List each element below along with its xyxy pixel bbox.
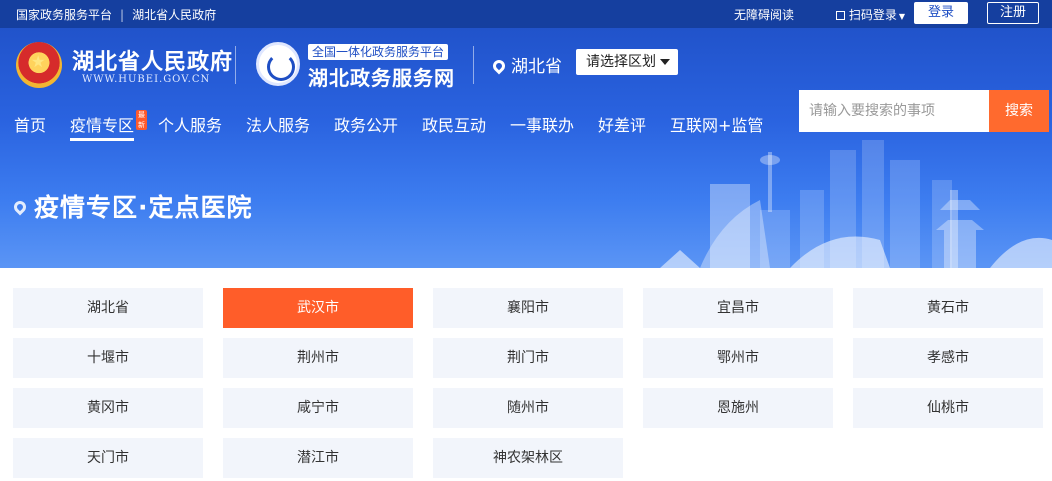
nav-item-public-affairs[interactable]: 政务公开 [334, 112, 398, 136]
caret-down-icon: ▼ [898, 12, 905, 21]
nav-item-epidemic[interactable]: 疫情专区 [70, 112, 135, 141]
city-item[interactable]: 随州市 [433, 388, 623, 428]
city-item[interactable]: 宜昌市 [643, 288, 833, 328]
city-item[interactable]: 咸宁市 [223, 388, 413, 428]
location-pin-icon [11, 198, 29, 216]
region-select[interactable]: 请选择区划 [576, 49, 678, 75]
location-label: 湖北省 [511, 57, 562, 77]
city-item-selected[interactable]: 武汉市 [223, 288, 413, 328]
nav-item-personal[interactable]: 个人服务 [158, 112, 222, 136]
qrcode-icon [835, 11, 845, 20]
platform-badge: 全国一体化政务服务平台 [308, 44, 449, 60]
city-item[interactable]: 鄂州市 [643, 338, 833, 378]
nav-item-interaction[interactable]: 政民互动 [422, 112, 486, 136]
header-banner: 国家政务服务平台 | 湖北省人民政府 无障碍阅读 扫码登录▼ 登录 注册 湖北省人民… [0, 0, 1052, 268]
national-emblem-icon [16, 42, 62, 88]
city-item[interactable]: 黄石市 [853, 288, 1043, 328]
region-select-label: 请选择区划 [586, 54, 656, 70]
location-pin-icon [490, 57, 508, 75]
link-national-platform[interactable]: 国家政务服务平台 [16, 8, 112, 22]
new-badge: 最新 [136, 110, 147, 130]
city-item[interactable]: 潜江市 [223, 438, 413, 478]
city-item[interactable]: 孝感市 [853, 338, 1043, 378]
divider [473, 46, 474, 84]
search-button[interactable]: 搜索 [989, 90, 1049, 132]
nav-item-home[interactable]: 首页 [14, 112, 46, 136]
nav-item-joint-service[interactable]: 一事联办 [510, 112, 574, 136]
city-item[interactable]: 荆门市 [433, 338, 623, 378]
city-item[interactable]: 黄冈市 [13, 388, 203, 428]
search-input[interactable]: 请输入要搜索的事项 [799, 90, 989, 132]
city-item[interactable]: 湖北省 [13, 288, 203, 328]
top-bar: 国家政务服务平台 | 湖北省人民政府 无障碍阅读 扫码登录 ▼ 登录 注册 [0, 0, 1052, 28]
scan-login-label: 扫码登录 [848, 8, 897, 22]
register-button[interactable]: 注册 [987, 2, 1039, 24]
login-button[interactable]: 登录 [914, 2, 968, 24]
page-title-text: 疫情专区·定点医院 [34, 193, 253, 222]
dropdown-arrow-icon [660, 59, 670, 65]
city-item[interactable]: 十堰市 [13, 338, 203, 378]
top-links: 国家政务服务平台 | 湖北省人民政府 [16, 6, 216, 23]
site-name[interactable]: 湖北省人民政府 [72, 44, 233, 76]
link-province-gov[interactable]: 湖北省人民政府 [132, 8, 216, 22]
city-skyline-illustration [660, 140, 1052, 268]
site-url: WWW.HUBEI.GOV.CN [82, 74, 211, 85]
current-location: 湖北省 [490, 52, 562, 77]
divider [235, 46, 236, 84]
nav-item-supervision[interactable]: 互联网+监管 [670, 112, 763, 136]
city-item[interactable]: 天门市 [13, 438, 203, 478]
scan-login[interactable]: 扫码登录 ▼ [835, 6, 905, 23]
separator: | [120, 8, 125, 22]
page-title: 疫情专区·定点医院 [11, 188, 253, 224]
gov-service-logo-icon [256, 42, 300, 86]
nav-item-evaluation[interactable]: 好差评 [598, 112, 646, 136]
service-name[interactable]: 湖北政务服务网 [308, 62, 455, 91]
city-item[interactable]: 荆州市 [223, 338, 413, 378]
city-item[interactable]: 恩施州 [643, 388, 833, 428]
nav-item-corporate[interactable]: 法人服务 [246, 112, 310, 136]
accessibility-link[interactable]: 无障碍阅读 [734, 6, 794, 23]
city-item[interactable]: 襄阳市 [433, 288, 623, 328]
city-item[interactable]: 仙桃市 [853, 388, 1043, 428]
city-item[interactable]: 神农架林区 [433, 438, 623, 478]
